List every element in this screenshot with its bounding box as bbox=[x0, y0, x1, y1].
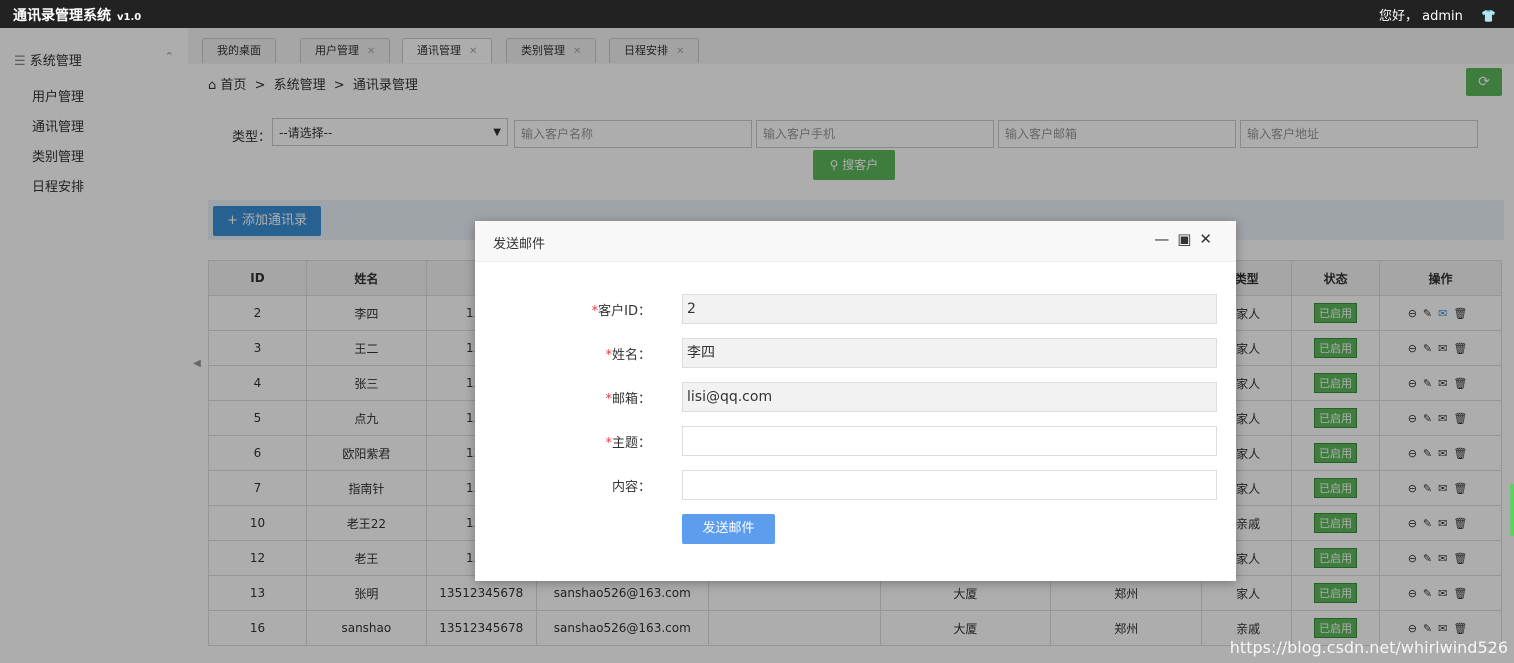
customer-id-field[interactable]: 2 bbox=[682, 294, 1217, 324]
field-label: *客户ID： bbox=[592, 300, 651, 319]
minimize-icon[interactable]: — bbox=[1154, 230, 1177, 248]
app-title: 通讯录管理系统 v1.0 bbox=[13, 5, 141, 25]
field-label: *姓名： bbox=[605, 344, 651, 363]
app-title-text: 通讯录管理系统 bbox=[13, 8, 111, 24]
field-label: *邮箱： bbox=[605, 388, 651, 407]
dialog-titlebar[interactable]: 发送邮件 —▣✕ bbox=[475, 221, 1236, 262]
field-label-text: 姓名： bbox=[611, 348, 651, 363]
send-email-button[interactable]: 发送邮件 bbox=[682, 514, 775, 544]
field-label: *主题： bbox=[605, 432, 651, 451]
content-field[interactable] bbox=[682, 470, 1217, 500]
form-row: *客户ID： 2 bbox=[475, 294, 1236, 324]
subject-field[interactable] bbox=[682, 426, 1217, 456]
field-label-text: 邮箱： bbox=[611, 392, 651, 407]
username[interactable]: admin bbox=[1422, 9, 1463, 24]
form-row: *邮箱： lisi@qq.com bbox=[475, 382, 1236, 412]
field-label: 内容： bbox=[612, 476, 651, 495]
shirt-icon[interactable]: 👕 bbox=[1481, 9, 1496, 23]
email-field[interactable]: lisi@qq.com bbox=[682, 382, 1217, 412]
form-row: *主题： bbox=[475, 426, 1236, 456]
right-edge-tab[interactable] bbox=[1510, 484, 1514, 536]
field-label-text: 主题： bbox=[611, 436, 651, 451]
form-row: *姓名： 李四 bbox=[475, 338, 1236, 368]
name-field[interactable]: 李四 bbox=[682, 338, 1217, 368]
dialog-title: 发送邮件 bbox=[493, 237, 546, 252]
close-icon[interactable]: ✕ bbox=[1199, 230, 1220, 248]
maximize-icon[interactable]: ▣ bbox=[1177, 230, 1199, 248]
send-email-dialog: 发送邮件 —▣✕ *客户ID： 2 *姓名： 李四 *邮箱： lisi@qq.com *主题… bbox=[475, 221, 1236, 581]
top-bar: 通讯录管理系统 v1.0 您好， admin 👕 bbox=[0, 0, 1514, 28]
greeting: 您好， bbox=[1379, 9, 1419, 24]
watermark: https://blog.csdn.net/whirlwind526 bbox=[1229, 638, 1508, 657]
field-label-text: 客户ID： bbox=[598, 304, 651, 319]
app-version: v1.0 bbox=[117, 12, 142, 23]
field-label-text: 内容： bbox=[611, 480, 651, 495]
user-area[interactable]: 您好， admin 👕 bbox=[1379, 5, 1496, 24]
form-row: 内容： bbox=[475, 470, 1236, 500]
